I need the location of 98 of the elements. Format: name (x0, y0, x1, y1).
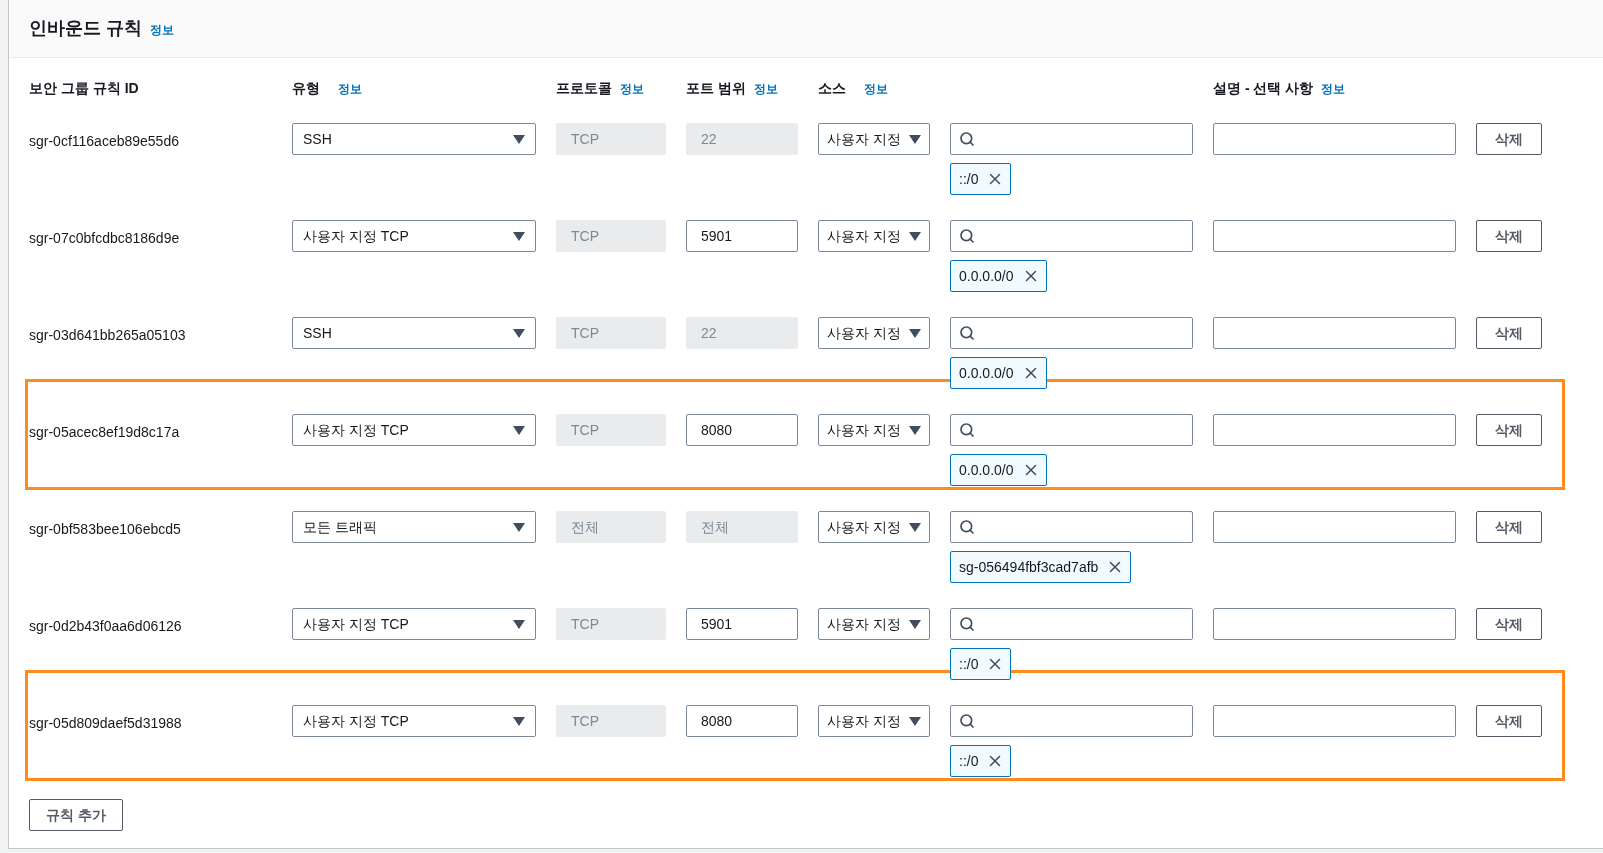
info-link[interactable]: 정보 (150, 18, 174, 39)
source-select[interactable]: 사용자 지정 (818, 705, 930, 737)
source-select[interactable]: 사용자 지정 (818, 317, 930, 349)
column-header: 보안 그룹 규칙 ID (29, 79, 139, 98)
caret-icon (909, 619, 921, 629)
token-label: ::/0 (959, 654, 979, 674)
port-field: 22 (686, 123, 798, 155)
search-field[interactable] (950, 414, 1193, 446)
rule-id: sgr-07c0bfcdbc8186d9e (29, 230, 180, 246)
port-field: 22 (686, 317, 798, 349)
info-link[interactable]: 정보 (1321, 78, 1346, 98)
caret-icon (513, 425, 525, 435)
caret-icon (513, 522, 525, 532)
token-label: sg-056494fbf3cad7afb (959, 557, 1099, 577)
rule-id: sgr-03d641bb265a05103 (29, 327, 186, 343)
type-select[interactable]: SSH (292, 123, 536, 155)
info-link[interactable]: 정보 (753, 78, 778, 98)
section-title: 인바운드 규칙 (29, 17, 142, 40)
source-select[interactable]: 사용자 지정 (818, 511, 930, 543)
port-field: 전체 (686, 511, 798, 543)
rule-id: sgr-05acec8ef19d8c17a (29, 424, 180, 440)
rule-id: sgr-0d2b43f0aa6d06126 (29, 618, 182, 634)
token-label: 0.0.0.0/0 (959, 363, 1014, 383)
source-select[interactable]: 사용자 지정 (818, 608, 930, 640)
token-label: ::/0 (959, 169, 979, 189)
description-field[interactable] (1213, 511, 1456, 543)
port-field[interactable]: 5901 (686, 220, 798, 252)
description-field[interactable] (1213, 705, 1456, 737)
caret-icon (513, 328, 525, 338)
delete-button[interactable]: 삭제 (1476, 220, 1542, 252)
type-select[interactable]: 사용자 지정 TCP (292, 414, 536, 446)
rule-id: sgr-05d809daef5d31988 (29, 715, 182, 731)
type-select[interactable]: 모든 트래픽 (292, 511, 536, 543)
caret-icon (513, 716, 525, 726)
caret-icon (909, 328, 921, 338)
caret-icon (909, 522, 921, 532)
description-field[interactable] (1213, 414, 1456, 446)
column-header: 소스 (818, 79, 846, 98)
description-field[interactable] (1213, 220, 1456, 252)
description-field[interactable] (1213, 123, 1456, 155)
port-field[interactable]: 8080 (686, 705, 798, 737)
caret-icon (513, 619, 525, 629)
source-select[interactable]: 사용자 지정 (818, 220, 930, 252)
search-field[interactable] (950, 705, 1193, 737)
delete-button[interactable]: 삭제 (1476, 414, 1542, 446)
rule-id: sgr-0bf583bee106ebcd5 (29, 521, 181, 537)
source-select[interactable]: 사용자 지정 (818, 414, 930, 446)
info-link[interactable]: 정보 (338, 78, 362, 98)
port-field[interactable]: 5901 (686, 608, 798, 640)
info-link[interactable]: 정보 (864, 78, 888, 98)
protocol-field: TCP (556, 317, 666, 349)
rule-id: sgr-0cf116aceb89e55d6 (29, 133, 179, 149)
caret-icon (909, 716, 921, 726)
caret-icon (513, 231, 525, 241)
type-select[interactable]: 사용자 지정 TCP (292, 608, 536, 640)
delete-button[interactable]: 삭제 (1476, 511, 1542, 543)
caret-icon (909, 425, 921, 435)
search-icon (959, 228, 975, 244)
source-select[interactable]: 사용자 지정 (818, 123, 930, 155)
search-field[interactable] (950, 608, 1193, 640)
protocol-field: TCP (556, 608, 666, 640)
search-field[interactable] (950, 123, 1193, 155)
description-field[interactable] (1213, 317, 1456, 349)
delete-button[interactable]: 삭제 (1476, 123, 1542, 155)
protocol-field: 전체 (556, 511, 666, 543)
column-header: 설명 - 선택 사항 (1213, 79, 1314, 98)
type-select[interactable]: SSH (292, 317, 536, 349)
info-link[interactable]: 정보 (620, 78, 644, 98)
token-label: 0.0.0.0/0 (959, 460, 1014, 480)
delete-button[interactable]: 삭제 (1476, 608, 1542, 640)
search-icon (959, 422, 975, 438)
add-rule-button[interactable]: 규칙 추가 (29, 799, 123, 831)
protocol-field: TCP (556, 414, 666, 446)
search-field[interactable] (950, 511, 1193, 543)
caret-icon (909, 231, 921, 241)
search-icon (959, 713, 975, 729)
type-select[interactable]: 사용자 지정 TCP (292, 705, 536, 737)
search-icon (959, 519, 975, 535)
column-header: 포트 범위 (686, 79, 746, 98)
column-header: 프로토콜 (556, 79, 612, 98)
protocol-field: TCP (556, 220, 666, 252)
protocol-field: TCP (556, 705, 666, 737)
delete-button[interactable]: 삭제 (1476, 705, 1542, 737)
search-icon (959, 325, 975, 341)
type-select[interactable]: 사용자 지정 TCP (292, 220, 536, 252)
search-icon (959, 131, 975, 147)
token-label: ::/0 (959, 751, 979, 771)
search-field[interactable] (950, 317, 1193, 349)
port-field[interactable]: 8080 (686, 414, 798, 446)
search-icon (959, 616, 975, 632)
caret-icon (513, 134, 525, 144)
caret-icon (909, 134, 921, 144)
column-header: 유형 (292, 79, 320, 98)
delete-button[interactable]: 삭제 (1476, 317, 1542, 349)
search-field[interactable] (950, 220, 1193, 252)
description-field[interactable] (1213, 608, 1456, 640)
token-label: 0.0.0.0/0 (959, 266, 1014, 286)
protocol-field: TCP (556, 123, 666, 155)
